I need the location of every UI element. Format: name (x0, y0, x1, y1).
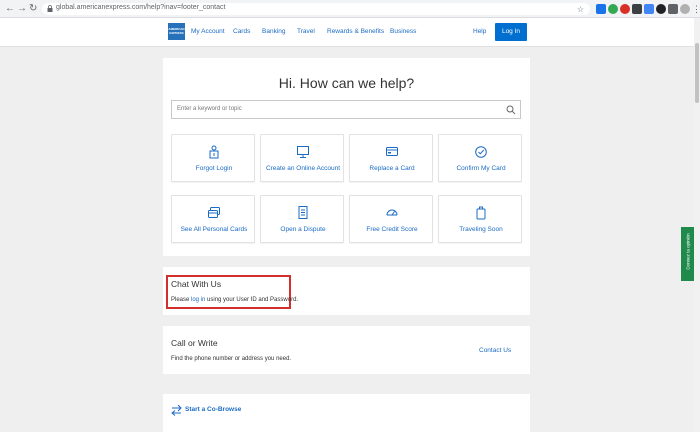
tile-free-credit-score[interactable]: Free Credit Score (349, 195, 433, 243)
start-cobrowse-link[interactable]: Start a Co-Browse (185, 406, 241, 413)
reload-icon[interactable]: ↻ (29, 3, 37, 15)
nav-cards[interactable]: Cards (233, 28, 250, 35)
help-panel: Hi. How can we help? Enter a keyword or … (163, 58, 530, 256)
profile-avatar[interactable] (680, 4, 690, 14)
nav-banking[interactable]: Banking (262, 28, 286, 35)
monitor-icon (297, 146, 309, 158)
tile-create-online-account[interactable]: Create an Online Account (260, 134, 344, 182)
extension-icon[interactable] (644, 4, 654, 14)
nav-business[interactable]: Business (390, 28, 416, 35)
amex-logo[interactable]: AMERICAN EXPRESS (168, 23, 185, 40)
extension-icon[interactable] (620, 4, 630, 14)
bookmark-star-icon[interactable]: ☆ (577, 5, 584, 14)
forward-icon[interactable]: → (17, 3, 27, 15)
cards-stack-icon (208, 207, 220, 218)
call-title: Call or Write (171, 338, 218, 348)
nav-my-account[interactable]: My Account (191, 28, 225, 35)
feedback-tab[interactable]: Donnez ta opinión (681, 227, 694, 281)
sidebar-icon[interactable] (668, 4, 678, 14)
contact-us-link[interactable]: Contact Us (479, 347, 511, 354)
card-icon (386, 147, 398, 156)
feedback-label: Donnez ta opinión (685, 233, 691, 270)
chat-text: Please log in using your User ID and Pas… (171, 297, 299, 303)
search-icon[interactable] (506, 105, 516, 115)
extension-icon[interactable] (632, 4, 642, 14)
extension-icon[interactable] (608, 4, 618, 14)
check-circle-icon (475, 146, 487, 158)
call-section: Call or Write Find the phone number or a… (163, 326, 530, 374)
chat-login-link[interactable]: log in (191, 297, 205, 303)
lock-icon (47, 5, 53, 12)
address-bar[interactable]: global.americanexpress.com/help?inav=foo… (42, 3, 590, 15)
scrollbar-thumb[interactable] (695, 43, 699, 103)
login-button[interactable]: Log In (495, 23, 527, 41)
chat-section: Chat With Us Please log in using your Us… (163, 267, 530, 315)
gauge-icon (386, 209, 398, 216)
url-text: global.americanexpress.com/help?inav=foo… (56, 4, 226, 11)
tile-see-all-personal-cards[interactable]: See All Personal Cards (171, 195, 255, 243)
menu-kebab-icon[interactable]: ⋮ (692, 3, 700, 15)
browser-toolbar: ← → ↻ global.americanexpress.com/help?in… (0, 0, 700, 18)
tile-label: Free Credit Score (366, 226, 418, 233)
search-placeholder: Enter a keyword or topic (177, 106, 242, 112)
transfer-arrows-icon (171, 404, 182, 416)
nav-travel[interactable]: Travel (297, 28, 315, 35)
tile-label: Replace a Card (369, 165, 415, 172)
tile-traveling-soon[interactable]: Traveling Soon (438, 195, 522, 243)
tile-open-dispute[interactable]: Open a Dispute (260, 195, 344, 243)
call-text: Find the phone number or address you nee… (171, 356, 292, 362)
nav-help[interactable]: Help (473, 28, 486, 35)
tile-replace-card[interactable]: Replace a Card (349, 134, 433, 182)
tile-label: Open a Dispute (280, 226, 326, 233)
tile-label: Create an Online Account (265, 165, 341, 172)
login-icon (209, 145, 219, 159)
cobrowse-section: Start a Co-Browse (163, 394, 530, 432)
tile-confirm-my-card[interactable]: Confirm My Card (438, 134, 522, 182)
site-header: AMERICAN EXPRESS My Account Cards Bankin… (0, 18, 700, 47)
tile-label: Forgot Login (195, 165, 233, 172)
page-title: Hi. How can we help? (278, 75, 415, 91)
chat-title: Chat With Us (171, 279, 222, 289)
back-icon[interactable]: ← (5, 3, 15, 15)
tile-forgot-login[interactable]: Forgot Login (171, 134, 255, 182)
search-input[interactable]: Enter a keyword or topic (171, 100, 521, 119)
extension-icon[interactable] (596, 4, 606, 14)
extensions-puzzle-icon[interactable] (656, 4, 666, 14)
suitcase-icon (476, 206, 486, 220)
tile-label: Traveling Soon (459, 226, 503, 233)
nav-rewards-benefits[interactable]: Rewards & Benefits (327, 28, 384, 35)
document-icon (298, 206, 308, 219)
scrollbar[interactable] (694, 18, 700, 432)
tile-label: Confirm My Card (456, 165, 506, 172)
tile-label: See All Personal Cards (180, 226, 248, 233)
